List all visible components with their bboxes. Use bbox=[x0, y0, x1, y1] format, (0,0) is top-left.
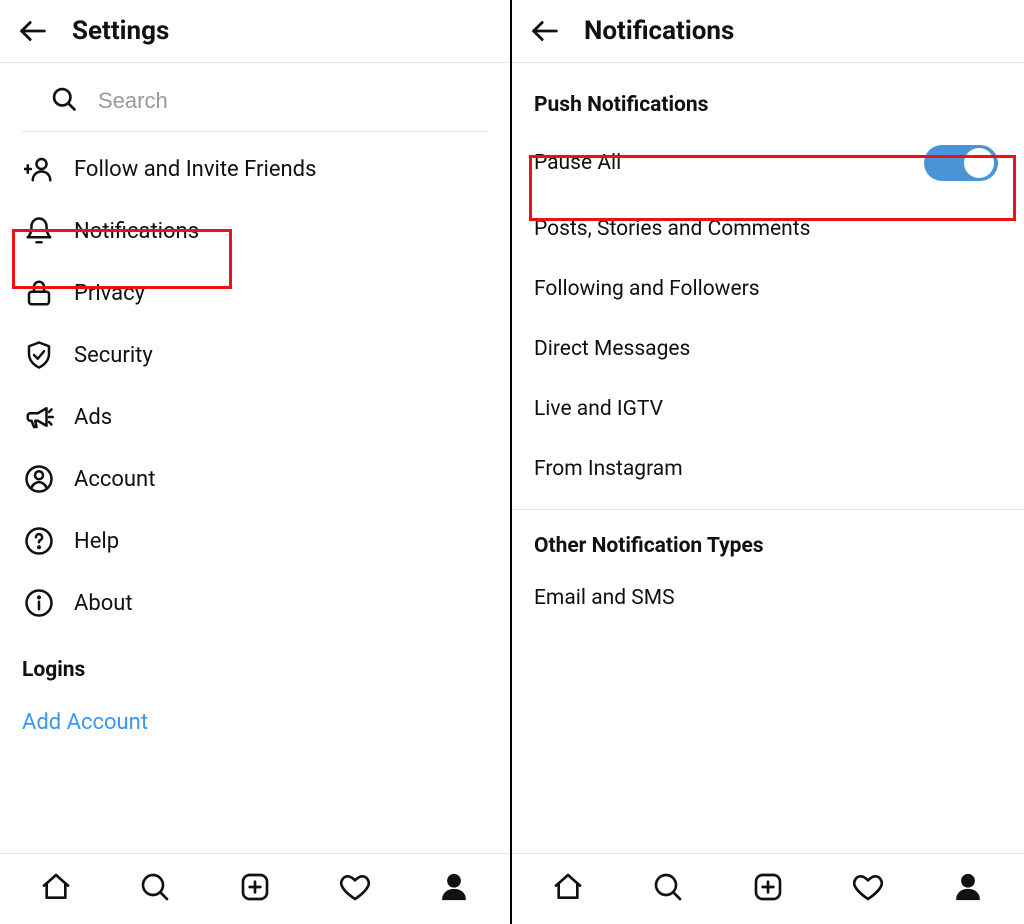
settings-item-privacy[interactable]: Privacy bbox=[0, 262, 510, 324]
search-row[interactable] bbox=[22, 63, 488, 132]
tab-new-post[interactable] bbox=[718, 854, 818, 924]
bell-icon bbox=[22, 216, 56, 246]
notifications-screen: Notifications Push Notifications Pause A… bbox=[512, 0, 1024, 924]
back-arrow-icon[interactable] bbox=[16, 14, 50, 48]
settings-screen: Settings Follow and Invite Friends bbox=[0, 0, 512, 924]
tabbar bbox=[0, 853, 510, 924]
pause-all-toggle[interactable] bbox=[924, 145, 998, 181]
page-title: Settings bbox=[72, 16, 169, 46]
search-icon bbox=[139, 871, 171, 907]
heart-icon bbox=[852, 871, 884, 907]
notif-item-posts[interactable]: Posts, Stories and Comments bbox=[512, 199, 1024, 259]
settings-item-ads[interactable]: Ads bbox=[0, 386, 510, 448]
logins-heading: Logins bbox=[0, 634, 510, 692]
settings-item-label: About bbox=[74, 591, 133, 616]
search-input[interactable] bbox=[96, 87, 466, 115]
settings-item-label: Privacy bbox=[74, 281, 145, 306]
notif-item-email-sms[interactable]: Email and SMS bbox=[512, 568, 1024, 628]
settings-header: Settings bbox=[0, 0, 510, 63]
tab-profile[interactable] bbox=[404, 854, 504, 924]
profile-icon bbox=[439, 872, 469, 906]
notif-item-label: From Instagram bbox=[534, 457, 683, 481]
shield-icon bbox=[22, 340, 56, 370]
other-heading: Other Notification Types bbox=[512, 510, 1024, 568]
notif-item-label: Live and IGTV bbox=[534, 397, 663, 421]
notif-item-label: Following and Followers bbox=[534, 277, 760, 301]
settings-item-follow-invite[interactable]: Follow and Invite Friends bbox=[0, 138, 510, 200]
lock-icon bbox=[22, 278, 56, 308]
notif-item-direct[interactable]: Direct Messages bbox=[512, 319, 1024, 379]
settings-item-label: Ads bbox=[74, 405, 112, 430]
pause-all-row[interactable]: Pause All bbox=[512, 127, 1024, 199]
settings-item-label: Security bbox=[74, 343, 153, 368]
info-icon bbox=[22, 588, 56, 618]
plus-square-icon bbox=[752, 871, 784, 907]
toggle-knob bbox=[964, 148, 994, 178]
tab-activity[interactable] bbox=[305, 854, 405, 924]
notif-item-instagram[interactable]: From Instagram bbox=[512, 439, 1024, 499]
tab-profile[interactable] bbox=[918, 854, 1018, 924]
notif-item-following[interactable]: Following and Followers bbox=[512, 259, 1024, 319]
heart-icon bbox=[339, 871, 371, 907]
settings-list: Follow and Invite Friends Notifications … bbox=[0, 138, 510, 753]
notif-item-label: Email and SMS bbox=[534, 586, 675, 610]
tab-activity[interactable] bbox=[818, 854, 918, 924]
settings-item-help[interactable]: Help bbox=[0, 510, 510, 572]
settings-content: Follow and Invite Friends Notifications … bbox=[0, 63, 510, 853]
push-heading: Push Notifications bbox=[512, 63, 1024, 127]
notifications-header: Notifications bbox=[512, 0, 1024, 63]
profile-icon bbox=[953, 872, 983, 906]
settings-item-security[interactable]: Security bbox=[0, 324, 510, 386]
search-icon bbox=[652, 871, 684, 907]
pause-all-label: Pause All bbox=[534, 151, 621, 175]
settings-item-label: Follow and Invite Friends bbox=[74, 157, 316, 182]
settings-item-label: Help bbox=[74, 529, 119, 554]
account-icon bbox=[22, 464, 56, 494]
settings-item-account[interactable]: Account bbox=[0, 448, 510, 510]
tab-home[interactable] bbox=[6, 854, 106, 924]
page-title: Notifications bbox=[584, 16, 734, 46]
megaphone-icon bbox=[22, 402, 56, 432]
add-person-icon bbox=[22, 154, 56, 184]
tab-search[interactable] bbox=[106, 854, 206, 924]
settings-item-about[interactable]: About bbox=[0, 572, 510, 634]
tab-home[interactable] bbox=[518, 854, 618, 924]
notif-item-label: Direct Messages bbox=[534, 337, 690, 361]
back-arrow-icon[interactable] bbox=[528, 14, 562, 48]
settings-item-label: Account bbox=[74, 467, 155, 492]
home-icon bbox=[40, 871, 72, 907]
tab-new-post[interactable] bbox=[205, 854, 305, 924]
home-icon bbox=[552, 871, 584, 907]
plus-square-icon bbox=[239, 871, 271, 907]
notif-item-live[interactable]: Live and IGTV bbox=[512, 379, 1024, 439]
help-icon bbox=[22, 526, 56, 556]
settings-item-notifications[interactable]: Notifications bbox=[0, 200, 510, 262]
tab-search[interactable] bbox=[618, 854, 718, 924]
notif-item-label: Posts, Stories and Comments bbox=[534, 217, 811, 241]
settings-item-label: Notifications bbox=[74, 219, 199, 244]
add-account-link[interactable]: Add Account bbox=[0, 692, 510, 753]
search-icon bbox=[50, 85, 78, 117]
tabbar bbox=[512, 853, 1024, 924]
notifications-content: Push Notifications Pause All Posts, Stor… bbox=[512, 63, 1024, 853]
